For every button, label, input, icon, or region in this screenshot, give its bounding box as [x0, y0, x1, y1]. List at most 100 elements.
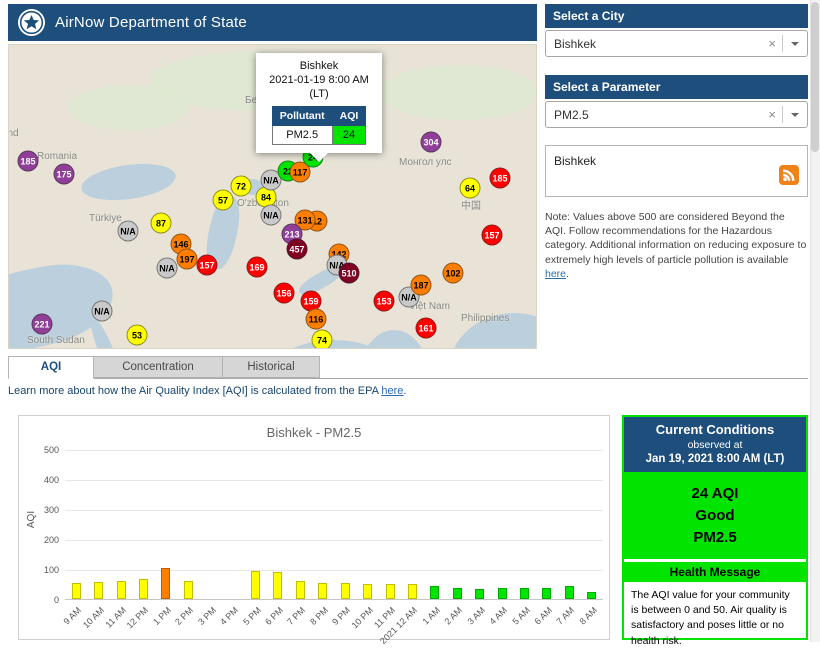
map-place-label: Deutschland [8, 128, 19, 139]
tooltip-pollutant-value: PM2.5 [271, 125, 333, 145]
rss-icon[interactable] [779, 165, 799, 188]
map-marker-aqi[interactable]: N/A [156, 257, 178, 279]
city-dropdown-value: Bishkek [554, 36, 597, 51]
map-terrain-shape [379, 65, 536, 120]
observed-datetime: Jan 19, 2021 8:00 AM (LT) [645, 453, 785, 465]
map-marker-aqi[interactable]: N/A [117, 220, 139, 242]
map-marker-aqi[interactable]: 187 [410, 274, 432, 296]
tab-concentration[interactable]: Concentration [93, 356, 223, 378]
map-marker-aqi[interactable]: 510 [338, 262, 360, 284]
chart-bar [542, 587, 552, 599]
chart-y-tick: 500 [43, 445, 59, 455]
map-tooltip: Bishkek 2021-01-19 8:00 AM (LT) Pollutan… [256, 53, 382, 162]
map-place-label: Монгол улс [399, 157, 452, 168]
map-marker-aqi[interactable]: 457 [286, 238, 308, 260]
aqi-category: Good [695, 507, 735, 524]
dropdown-divider [782, 35, 783, 52]
map-marker-aqi[interactable]: 221 [31, 313, 53, 335]
map-marker-aqi[interactable]: 169 [246, 256, 268, 278]
map-terrain-shape [69, 85, 189, 130]
chart-bar [94, 582, 104, 599]
tooltip-datetime: 2021-01-19 8:00 AM [269, 74, 369, 86]
health-message-title: Health Message [624, 562, 806, 582]
map-place-label: 中国 [461, 201, 481, 212]
chart-bar [452, 588, 462, 599]
map-marker-aqi[interactable]: 74 [311, 329, 333, 348]
select-city-header: Select a City [545, 4, 808, 28]
aqi-pollutant: PM2.5 [693, 529, 737, 546]
map-marker-aqi[interactable]: N/A [91, 300, 113, 322]
tooltip-col-pollutant: Pollutant [271, 106, 333, 126]
tooltip-col-aqi: AQI [331, 106, 367, 126]
current-conditions-panel: Current Conditions observed at Jan 19, 2… [622, 415, 808, 647]
chart-gridline [65, 540, 603, 541]
tab-aqi[interactable]: AQI [8, 356, 94, 379]
water-shape-black-sea [79, 158, 178, 206]
chart-bar [363, 583, 373, 599]
tooltip-lt: (LT) [309, 88, 329, 100]
parameter-dropdown[interactable]: PM2.5 × [545, 101, 808, 128]
dos-seal-logo [18, 9, 45, 36]
beyond-aqi-note: Note: Values above 500 are considered Be… [545, 210, 808, 281]
learn-more-body: Learn more about how the Air Quality Ind… [8, 385, 382, 397]
map-marker-aqi[interactable]: 57 [212, 189, 234, 211]
chart-gridline [65, 510, 603, 511]
tab-divider-line [8, 378, 808, 379]
chart-gridline [65, 450, 603, 451]
epa-here-link[interactable]: here [381, 385, 403, 397]
learn-more-suffix: . [403, 385, 407, 397]
map-place-label: Philippines [461, 313, 510, 324]
learn-more-text: Learn more about how the Air Quality Ind… [8, 385, 406, 397]
chart-y-tick: 400 [43, 475, 59, 485]
chart-bar [407, 583, 417, 599]
city-dropdown[interactable]: Bishkek × [545, 30, 808, 57]
map-marker-aqi[interactable]: 304 [420, 131, 442, 153]
map-marker-aqi[interactable]: 153 [373, 290, 395, 312]
chevron-down-icon[interactable] [791, 42, 799, 50]
chart-bar [295, 581, 305, 599]
map-marker-aqi[interactable]: 116 [305, 308, 327, 330]
chart-bar [430, 586, 440, 599]
select-parameter-header: Select a Parameter [545, 75, 808, 99]
chevron-down-icon[interactable] [791, 113, 799, 121]
map-marker-aqi[interactable]: 64 [459, 177, 481, 199]
map-place-label: South Sudan [27, 335, 85, 346]
page-scrollbar[interactable] [810, 0, 820, 642]
scrollbar-thumb[interactable] [811, 2, 819, 152]
dropdown-divider [782, 106, 783, 123]
map-marker-aqi[interactable]: 161 [415, 317, 437, 339]
chart-gridline [65, 480, 603, 481]
map-marker-aqi[interactable]: 157 [196, 254, 218, 276]
chart-bar [520, 588, 530, 599]
map-marker-aqi[interactable]: 87 [150, 212, 172, 234]
map-marker-aqi[interactable]: 185 [489, 167, 511, 189]
aqi-chart-panel: Bishkek - PM2.5 AQI 0 100 200 300 400 500 9 AM… [18, 415, 610, 646]
aqi-map[interactable]: DeutschlandБеларусьRomaniaTürkiyeO'zbeki… [8, 44, 537, 349]
observed-at-label: observed at [687, 439, 743, 451]
map-marker-aqi[interactable]: N/A [260, 204, 282, 226]
chart-y-tick: 200 [43, 535, 59, 545]
map-marker-aqi[interactable]: 185 [17, 150, 39, 172]
aqi-value-block: 24 AQI Good PM2.5 [624, 472, 806, 559]
chart-bar [161, 567, 171, 599]
map-marker-aqi[interactable]: 102 [442, 262, 464, 284]
map-marker-aqi[interactable]: 157 [481, 224, 503, 246]
map-marker-aqi[interactable]: 197 [176, 248, 198, 270]
parameter-clear-icon[interactable]: × [768, 107, 776, 122]
aqi-value: 24 AQI [691, 485, 739, 502]
chart-bar [318, 582, 328, 599]
map-marker-aqi[interactable]: 156 [273, 282, 295, 304]
map-marker-aqi[interactable]: 53 [126, 324, 148, 346]
chart-plot-area: AQI 0 100 200 300 400 500 9 AM 10 AM 11 AM 12 PM 1… [26, 445, 603, 646]
chart-gridline [65, 570, 603, 571]
map-marker-aqi[interactable]: 175 [53, 163, 75, 185]
tab-historical[interactable]: Historical [222, 356, 320, 378]
city-clear-icon[interactable]: × [768, 36, 776, 51]
note-here-link[interactable]: here [545, 268, 566, 280]
tooltip-table: Pollutant AQI PM2.5 24 [271, 106, 367, 145]
map-marker-aqi[interactable]: 72 [230, 175, 252, 197]
chart-y-tick: 300 [43, 505, 59, 515]
health-message-text: The AQI value for your community is betw… [631, 589, 790, 647]
chart-bar [183, 581, 193, 599]
rss-feed-box: Bishkek [545, 145, 808, 197]
